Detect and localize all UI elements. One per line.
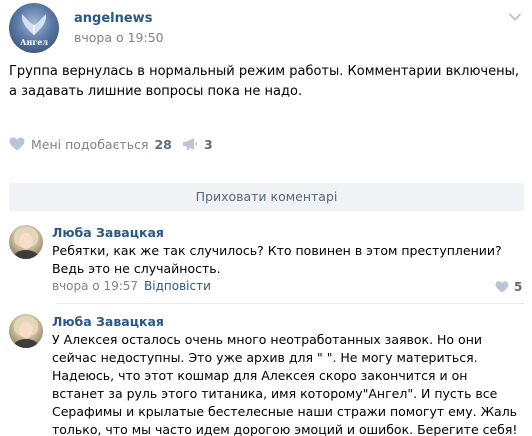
like-count: 28 <box>154 136 172 152</box>
hide-comments-button[interactable]: Приховати коментарі <box>9 183 524 211</box>
comment-author-avatar[interactable] <box>9 314 43 348</box>
megaphone-icon <box>183 138 198 150</box>
comment-author-link[interactable]: Люба Завацкая <box>52 314 164 329</box>
comment-timestamp[interactable]: вчора о 19:57 <box>52 279 138 293</box>
chevron-down-icon[interactable] <box>509 13 521 21</box>
comment-text: У Алексея осталось очень много неотработ… <box>52 332 518 436</box>
post-author-link[interactable]: angelnews <box>74 11 152 26</box>
avatar-logo-text: Ангел <box>19 37 48 47</box>
share-button[interactable]: 3 <box>182 134 213 154</box>
like-label: Мені подобається <box>31 136 149 152</box>
post-actions: Мені подобається 28 3 <box>9 134 524 154</box>
reply-link[interactable]: Відповісти <box>144 279 211 293</box>
post-header: Ангел angelnews вчора о 19:50 <box>9 3 529 53</box>
post-text: Группа вернулась в нормальный режим рабо… <box>9 64 519 99</box>
comment-author-link[interactable]: Люба Завацкая <box>52 225 164 240</box>
comment-like-count: 5 <box>514 280 523 294</box>
comment-author-avatar[interactable] <box>9 225 43 259</box>
community-avatar[interactable]: Ангел <box>9 3 59 53</box>
heart-icon <box>495 281 509 293</box>
comment-meta: вчора о 19:57 Відповісти <box>52 279 211 293</box>
comment-divider <box>56 303 524 304</box>
post-timestamp[interactable]: вчора о 19:50 <box>74 30 164 45</box>
comment-like-button[interactable]: 5 <box>495 280 522 294</box>
angel-wing-logo <box>21 14 47 35</box>
comment-text: Ребятки, как же так случилось? Кто повин… <box>52 243 502 276</box>
share-count: 3 <box>204 136 213 152</box>
like-button[interactable]: Мені подобається 28 <box>9 134 172 154</box>
heart-icon <box>9 137 25 151</box>
